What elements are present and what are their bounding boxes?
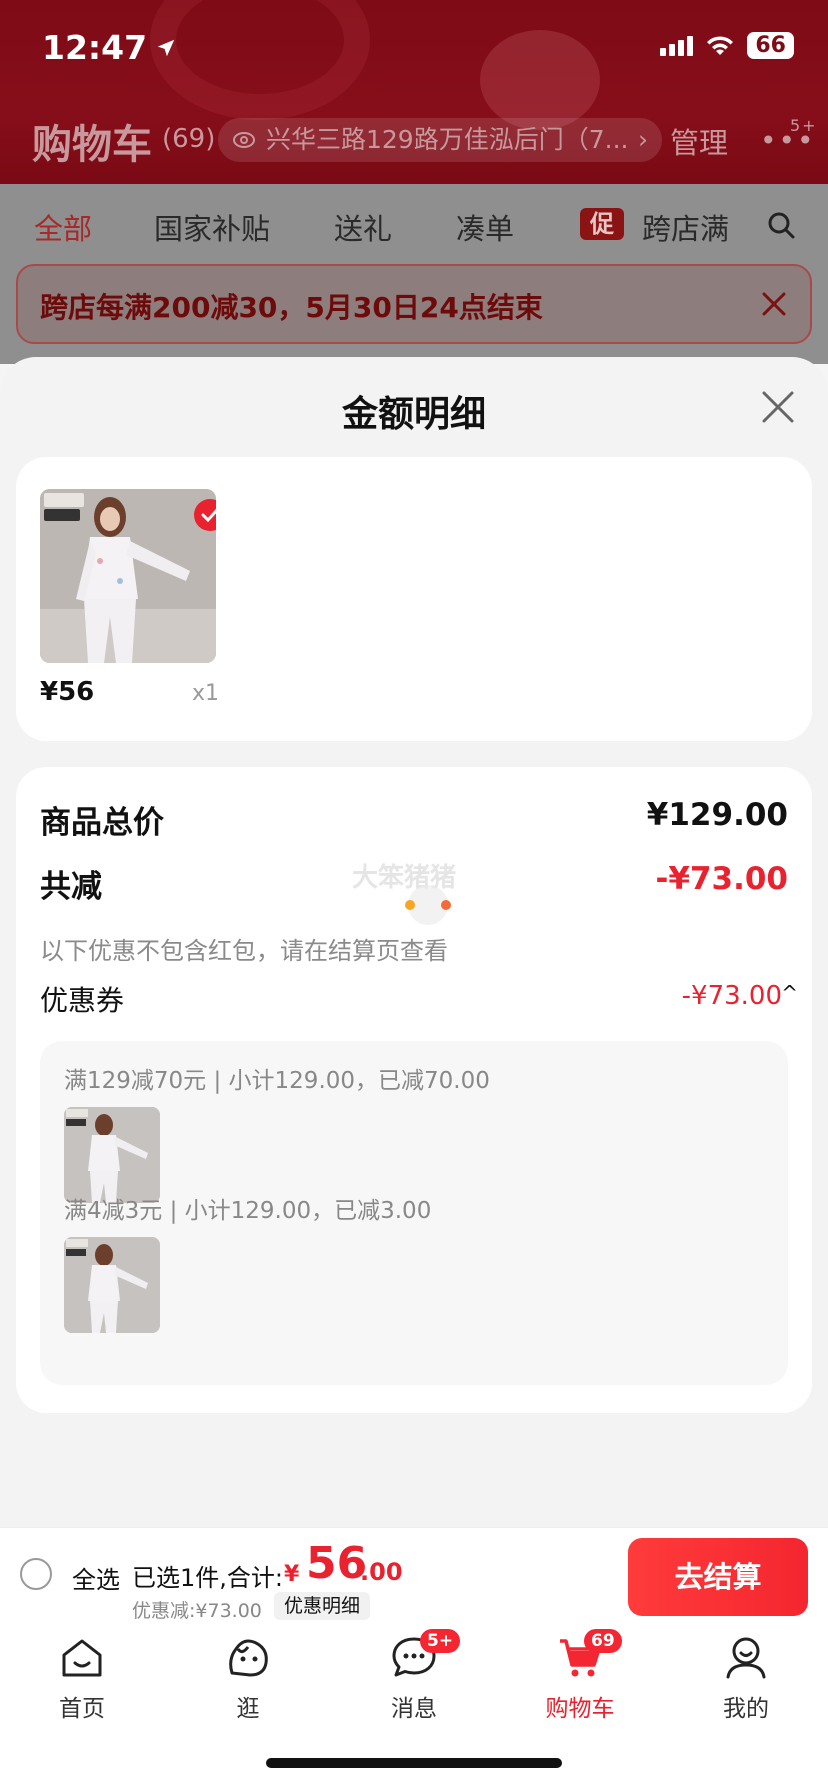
promo-banner: 跨店每满200减30，5月30日24点结束 bbox=[16, 264, 812, 344]
nav-item-profile[interactable]: 我的 bbox=[676, 1621, 816, 1741]
promo-banner-text: 跨店每满200减30，5月30日24点结束 bbox=[40, 291, 543, 324]
nav-label: 消息 bbox=[391, 1696, 437, 1722]
cart-count: (69) bbox=[162, 124, 216, 154]
coupon-item-thumbnail bbox=[64, 1237, 160, 1333]
selected-check-icon[interactable] bbox=[194, 499, 216, 531]
tab-bundle[interactable]: 凑单 bbox=[456, 206, 514, 248]
more-menu-button[interactable]: ••• 5+ bbox=[760, 116, 816, 157]
loading-indicator bbox=[405, 885, 451, 925]
product-image[interactable] bbox=[40, 489, 216, 663]
tab-national-subsidy[interactable]: 国家补贴 bbox=[154, 206, 270, 248]
select-all-label[interactable]: 全选 bbox=[72, 1560, 120, 1595]
close-icon[interactable] bbox=[758, 288, 790, 320]
pajama-photo bbox=[40, 489, 216, 663]
subtotal-value: ¥129.00 bbox=[646, 797, 788, 833]
cart-title: 购物车 bbox=[32, 122, 152, 168]
chevron-right-icon: › bbox=[638, 125, 648, 154]
tab-gift[interactable]: 送礼 bbox=[334, 206, 392, 248]
address-text: 兴华三路129路万佳泓后门（7... bbox=[266, 125, 629, 154]
home-indicator bbox=[266, 1758, 562, 1768]
manage-button[interactable]: 管理 bbox=[670, 120, 728, 162]
coupon-rule: 满4减3元 | 小计129.00，已减3.00 bbox=[64, 1198, 432, 1224]
coupon-detail-box: 满129减70元 | 小计129.00，已减70.00 满4减3元 | 小计12… bbox=[40, 1041, 788, 1385]
promo-badge: 促 bbox=[580, 208, 624, 240]
nav-item-browse[interactable]: 逛 bbox=[178, 1621, 318, 1741]
tab-all[interactable]: 全部 bbox=[34, 206, 92, 248]
select-all-radio[interactable] bbox=[20, 1558, 52, 1590]
total-decimal: .00 bbox=[360, 1558, 403, 1586]
close-icon[interactable] bbox=[760, 389, 796, 425]
sheet-title: 金额明细 bbox=[341, 394, 486, 435]
nav-label: 我的 bbox=[723, 1696, 769, 1722]
coupon-item-thumbnail bbox=[64, 1107, 160, 1203]
amount-detail-sheet: 金额明细 ¥56 x1 商品总价 ¥129.00 共减 -¥73.00 大笨猪猪… bbox=[0, 357, 828, 1527]
status-time: 12:47 bbox=[42, 28, 177, 67]
nav-label: 首页 bbox=[59, 1696, 105, 1722]
nav-label: 购物车 bbox=[545, 1696, 615, 1722]
location-arrow-icon bbox=[157, 39, 175, 56]
checkout-button[interactable]: 去结算 bbox=[628, 1538, 808, 1616]
total-amount: 56 bbox=[306, 1538, 368, 1589]
nav-item-messages[interactable]: 消息 5+ bbox=[344, 1621, 484, 1741]
product-price: ¥56 bbox=[40, 677, 95, 707]
tab-cross-store[interactable]: 跨店满减 bbox=[642, 206, 728, 248]
nav-item-home[interactable]: 首页 bbox=[12, 1621, 152, 1741]
price-summary-card: 商品总价 ¥129.00 共减 -¥73.00 大笨猪猪 以下优惠不包含红包，请… bbox=[16, 767, 812, 1413]
discount-note: 以下优惠不包含红包，请在结算页查看 bbox=[40, 937, 448, 965]
nav-item-cart[interactable]: 购物车 69 bbox=[510, 1621, 650, 1741]
browse-icon bbox=[229, 1639, 268, 1677]
chevron-up-icon[interactable]: ^ bbox=[781, 981, 798, 1005]
cart-filter-tabs: 全部 国家补贴 送礼 凑单 促 跨店满减 bbox=[0, 200, 828, 256]
coupon-value[interactable]: -¥73.00 bbox=[682, 981, 782, 1011]
battery-indicator: 66 bbox=[747, 32, 794, 59]
home-icon bbox=[62, 1639, 102, 1677]
checkout-bar: 全选 已选1件,合计: ¥ 56 .00 优惠减:¥73.00 优惠明细 去结算 bbox=[0, 1527, 828, 1622]
message-badge: 5+ bbox=[420, 1629, 461, 1653]
coupon-label[interactable]: 优惠券 bbox=[40, 979, 124, 1019]
more-badge: 5+ bbox=[790, 116, 818, 135]
eye-icon bbox=[233, 132, 255, 148]
cart-header: 购物车 (69) 兴华三路129路万佳泓后门（7... › 管理 ••• 5+ bbox=[0, 108, 828, 172]
coupon-rule: 满129减70元 | 小计129.00，已减70.00 bbox=[64, 1068, 490, 1094]
status-bar: 12:47 66 bbox=[0, 0, 828, 100]
address-selector[interactable]: 兴华三路129路万佳泓后门（7... › bbox=[218, 118, 662, 162]
wifi-icon bbox=[707, 35, 734, 55]
nav-label: 逛 bbox=[236, 1696, 260, 1722]
selected-summary: 已选1件,合计: bbox=[132, 1564, 283, 1592]
cart-badge: 69 bbox=[584, 1629, 622, 1653]
total-reduction-value: -¥73.00 bbox=[655, 861, 789, 897]
total-reduction-label: 共减 bbox=[40, 869, 102, 905]
subtotal-label: 商品总价 bbox=[40, 805, 164, 841]
product-card: ¥56 x1 bbox=[16, 457, 812, 741]
discount-amount: 优惠减:¥73.00 bbox=[132, 1600, 262, 1622]
discount-detail-button[interactable]: 优惠明细 bbox=[274, 1592, 371, 1620]
search-icon[interactable] bbox=[766, 210, 796, 240]
profile-icon bbox=[726, 1637, 766, 1679]
product-quantity: x1 bbox=[192, 681, 220, 706]
cellular-signal-icon bbox=[660, 35, 694, 56]
total-currency: ¥ bbox=[284, 1562, 300, 1587]
